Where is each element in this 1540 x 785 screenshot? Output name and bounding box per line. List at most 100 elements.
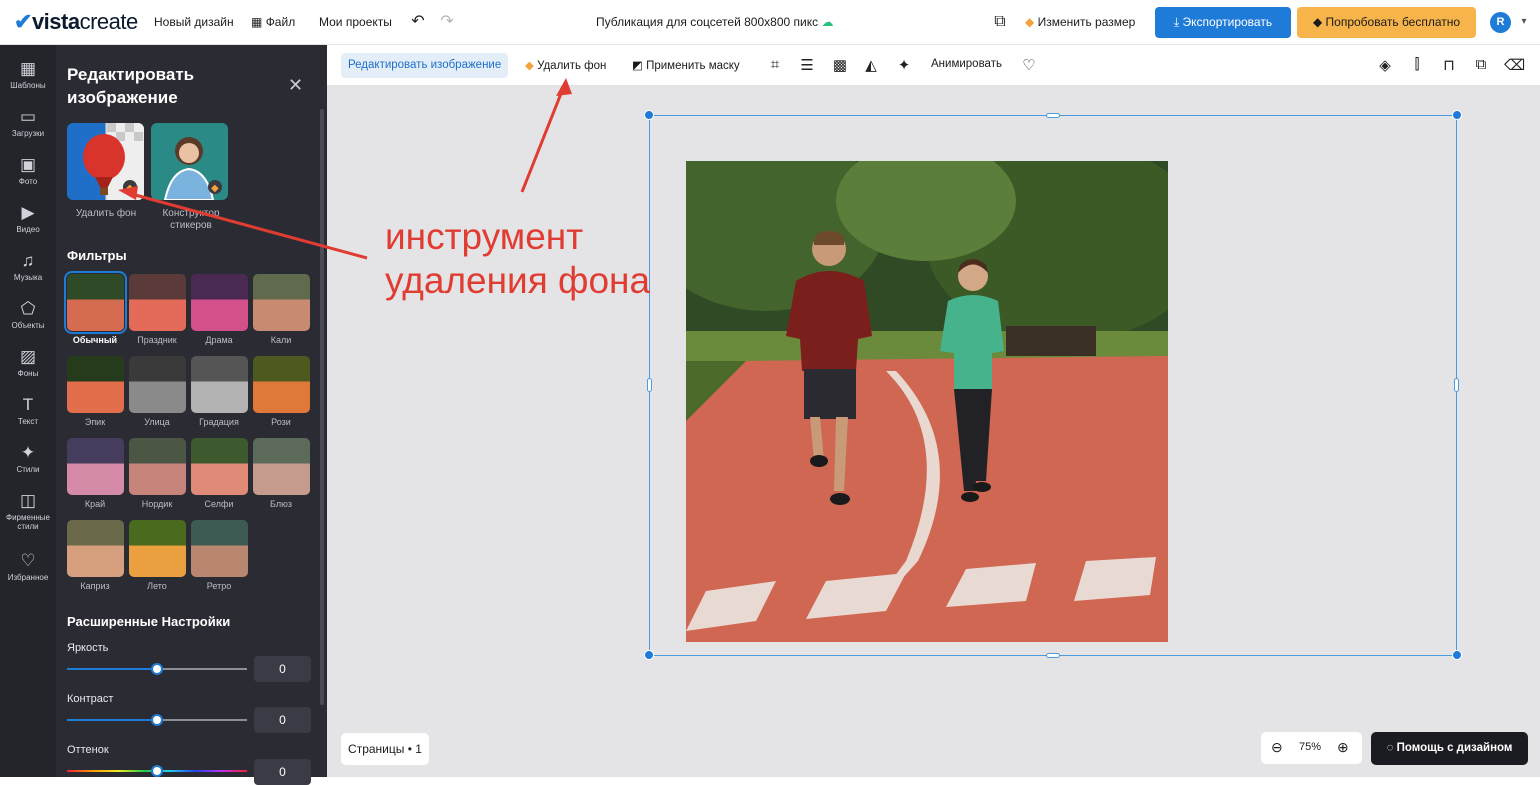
grid-icon: ▦ [251, 15, 263, 29]
filter-gradation[interactable] [191, 356, 248, 413]
new-design-button[interactable]: Новый дизайн [154, 15, 234, 29]
zoom-control: ⊖ 75% ⊕ [1261, 732, 1362, 764]
advanced-settings-title: Расширенные Настройки [67, 614, 231, 629]
animate-button[interactable]: Анимировать [931, 58, 1002, 70]
present-icon[interactable]: ⧉ [990, 12, 1010, 32]
rail-item-music[interactable]: ♫ Музыка [0, 251, 56, 282]
rail-item-styles[interactable]: ✦ Стили [0, 443, 56, 474]
brightness-value[interactable]: 0 [254, 656, 311, 682]
filter-selfie[interactable] [191, 438, 248, 495]
remove-background-button[interactable]: ◆ Удалить фон [525, 58, 606, 72]
heart-icon[interactable]: ♡ [1020, 56, 1038, 74]
trash-icon[interactable]: ⌫ [1504, 56, 1525, 74]
crop-icon[interactable]: ⌗ [766, 56, 784, 73]
flip-icon[interactable]: ◭ [862, 56, 880, 74]
brightness-slider-knob[interactable] [151, 663, 163, 675]
filter-label: Улица [144, 417, 170, 427]
resize-handle[interactable] [644, 650, 654, 660]
filter-epic[interactable] [67, 356, 124, 413]
account-chevron-down-icon[interactable]: ▾ [1514, 12, 1534, 32]
avatar[interactable]: R [1490, 12, 1511, 33]
remove-background-tool[interactable]: ◆ [67, 123, 144, 200]
apply-mask-button[interactable]: ◩ Применить маску [632, 58, 740, 72]
close-icon[interactable]: ✕ [288, 75, 303, 96]
filter-holiday[interactable] [129, 274, 186, 331]
music-icon: ♫ [21, 251, 35, 270]
filter-kali[interactable] [253, 274, 310, 331]
align-icon[interactable]: ⫿ [1408, 56, 1426, 73]
rail-item-uploads[interactable]: ▭ Загрузки [0, 107, 56, 138]
resize-handle[interactable] [1452, 650, 1462, 660]
transparency-icon[interactable]: ▩ [831, 56, 849, 74]
rail-item-favorites[interactable]: ♡ Избранное [0, 551, 56, 582]
filter-edge[interactable] [67, 438, 124, 495]
runners-photo[interactable] [686, 161, 1168, 642]
zoom-level[interactable]: 75% [1299, 741, 1321, 753]
hue-slider[interactable] [67, 765, 247, 777]
duplicate-icon[interactable]: ⧉ [1472, 56, 1490, 73]
filter-blues[interactable] [253, 438, 310, 495]
heart-icon: ♡ [20, 551, 36, 570]
brightness-slider[interactable] [67, 663, 247, 675]
design-help-button[interactable]: ◌ Помощь с дизайном [1371, 732, 1528, 765]
text-icon: T [22, 395, 34, 414]
brightness-label: Яркость [67, 642, 109, 654]
filter-retro[interactable] [191, 520, 248, 577]
vistacreate-logo[interactable]: ✔vistacreate [14, 9, 138, 35]
svg-text:◆: ◆ [211, 183, 219, 194]
sticker-thumbnail: ◆ [163, 137, 222, 200]
file-menu-button[interactable]: ▦ Файл [251, 15, 295, 29]
resize-handle[interactable] [1454, 378, 1459, 392]
resize-handle[interactable] [647, 378, 652, 392]
resize-handle[interactable] [1046, 653, 1060, 658]
sticker-maker-tool[interactable]: ◆ [151, 123, 228, 200]
contrast-slider[interactable] [67, 714, 247, 726]
filter-label: Обычный [72, 335, 118, 345]
filter-nordic[interactable] [129, 438, 186, 495]
redo-icon[interactable]: ↷ [437, 12, 457, 32]
rail-item-backgrounds[interactable]: ▨ Фоны [0, 347, 56, 378]
undo-icon[interactable]: ↶ [408, 12, 428, 32]
backgrounds-icon: ▨ [19, 347, 37, 366]
zoom-out-icon[interactable]: ⊖ [1271, 739, 1283, 756]
filter-summer[interactable] [129, 520, 186, 577]
contrast-value[interactable]: 0 [254, 707, 311, 733]
rail-item-video[interactable]: ▶ Видео [0, 203, 56, 234]
filter-drama[interactable] [191, 274, 248, 331]
lock-icon[interactable]: ⊓ [1440, 56, 1458, 74]
zoom-in-icon[interactable]: ⊕ [1337, 739, 1349, 756]
try-free-button[interactable]: ◆ Попробовать бесплатно [1297, 7, 1476, 38]
hue-label: Оттенок [67, 744, 109, 756]
rail-item-brand-styles[interactable]: ◫ Фирменные стили [0, 491, 56, 531]
document-title[interactable]: Публикация для соцсетей 800x800 пикс ☁ [596, 15, 833, 29]
layers-icon[interactable]: ◈ [1376, 56, 1394, 74]
panel-title: Редактировать изображение [67, 65, 195, 107]
rail-item-objects[interactable]: ⬠ Объекты [0, 299, 56, 330]
resize-handle[interactable] [1046, 113, 1060, 118]
rail-item-templates[interactable]: ▦ Шаблоны [0, 59, 56, 90]
panel-scrollbar[interactable] [320, 109, 324, 705]
contrast-slider-knob[interactable] [151, 714, 163, 726]
position-icon[interactable]: ☰ [798, 56, 816, 74]
filter-caprice[interactable] [67, 520, 124, 577]
hue-slider-knob[interactable] [151, 765, 163, 777]
pages-button[interactable]: Страницы • 1 [341, 733, 429, 765]
export-button[interactable]: ⤓ Экспортировать [1155, 7, 1291, 38]
filter-label: Ретро [206, 581, 232, 591]
edit-image-button[interactable]: Редактировать изображение [341, 53, 509, 78]
my-projects-button[interactable]: Мои проекты [319, 15, 392, 29]
resize-handle[interactable] [1452, 110, 1462, 120]
hue-value[interactable]: 0 [254, 759, 311, 785]
effects-sparkle-icon[interactable]: ✦ [895, 56, 913, 74]
filter-rosie[interactable] [253, 356, 310, 413]
mask-icon: ◩ [632, 60, 643, 72]
canvas-area: Страницы • 1 ⊖ 75% ⊕ ◌ Помощь с дизайном [327, 86, 1540, 777]
resize-handle[interactable] [644, 110, 654, 120]
filter-label: Градация [199, 417, 239, 427]
rail-item-text[interactable]: T Текст [0, 395, 56, 426]
rail-item-photo[interactable]: ▣ Фото [0, 155, 56, 186]
filter-label: Рози [271, 417, 291, 427]
filter-normal[interactable] [64, 271, 127, 334]
filter-street[interactable] [129, 356, 186, 413]
resize-button[interactable]: ◆ Изменить размер [1025, 15, 1135, 29]
